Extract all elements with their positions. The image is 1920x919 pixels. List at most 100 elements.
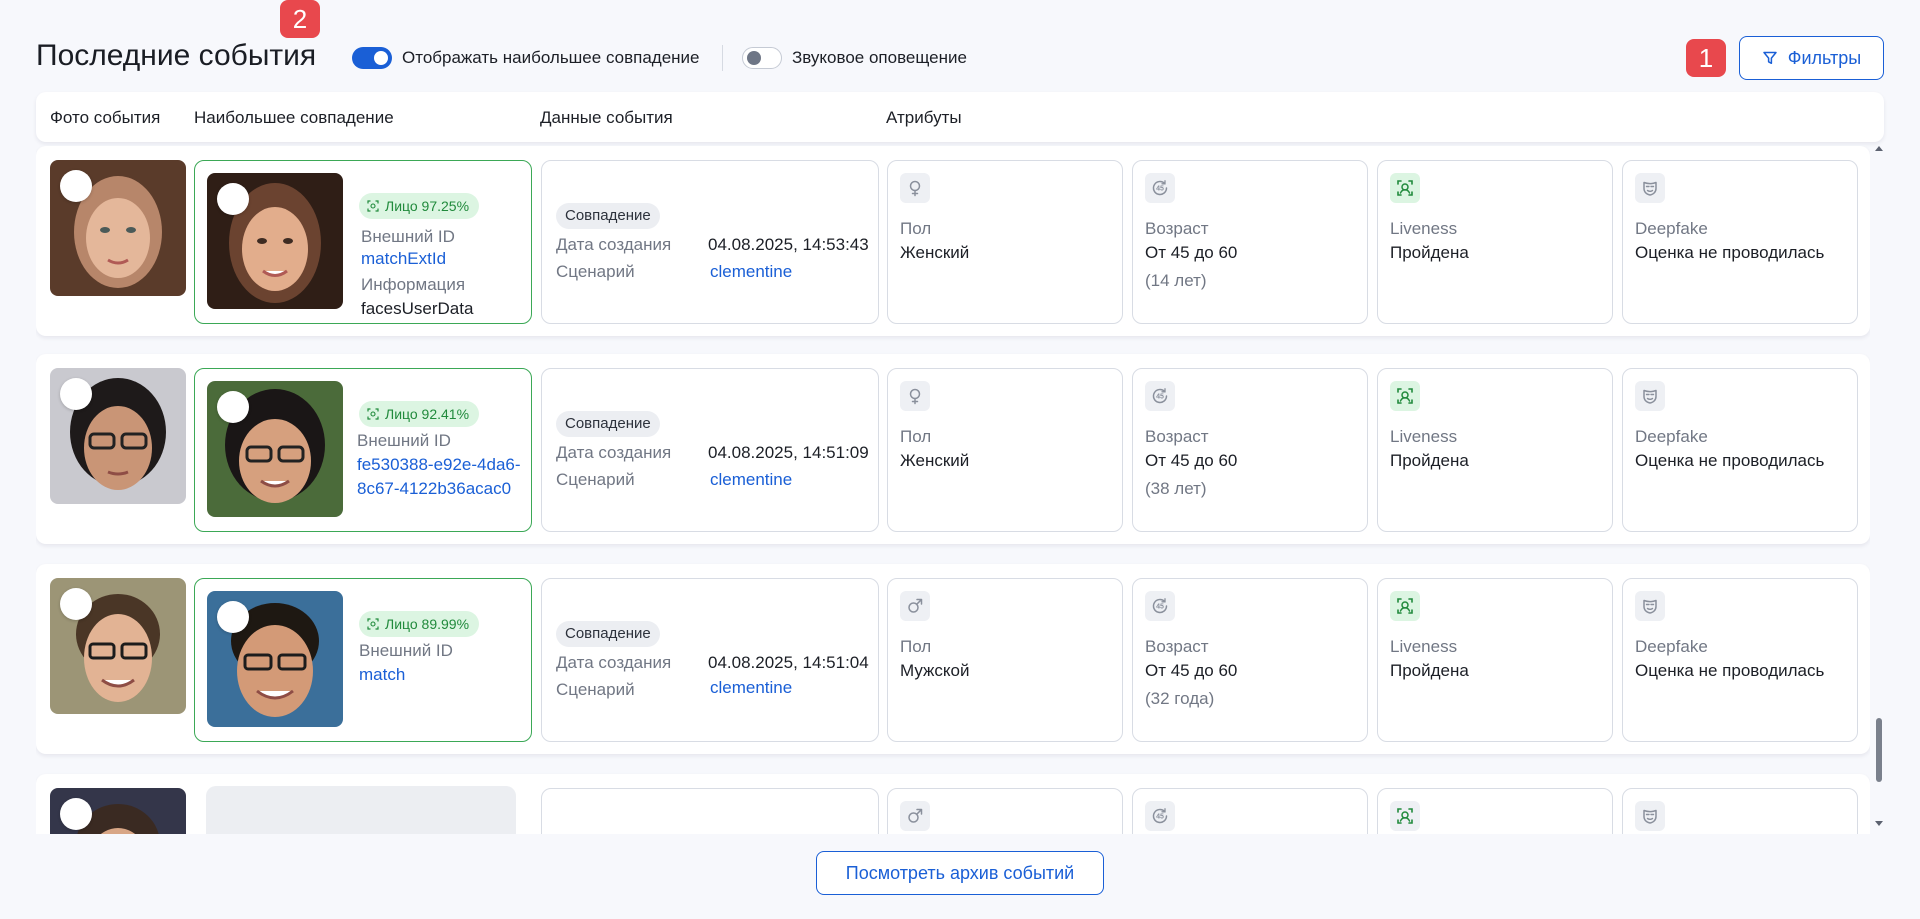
- female-icon: [900, 173, 930, 203]
- open-match-icon[interactable]: [217, 391, 249, 423]
- attribute-deepfake: Deepfake Оценка не проводилась: [1622, 578, 1858, 742]
- deepfake-icon: [1635, 801, 1665, 831]
- attribute-deepfake: [1622, 788, 1858, 834]
- scenario-label: Сценарий: [556, 262, 635, 281]
- liveness-value: Пройдена: [1390, 243, 1469, 262]
- age-estimate: (14 лет): [1145, 271, 1207, 290]
- open-event-icon[interactable]: [60, 798, 92, 830]
- deepfake-icon: [1635, 173, 1665, 203]
- annotation-marker-2: 2: [280, 0, 320, 38]
- event-data-card: Совпадение Дата создания 04.08.2025, 14:…: [541, 160, 879, 324]
- created-label: Дата создания: [556, 443, 672, 462]
- attribute-liveness: Liveness Пройдена: [1377, 578, 1613, 742]
- scroll-down-arrow[interactable]: [1875, 821, 1883, 826]
- age-icon: [1145, 173, 1175, 203]
- match-photo[interactable]: [207, 591, 343, 727]
- age-estimate: (38 лет): [1145, 479, 1207, 498]
- event-row[interactable]: Лицо 89.99% Внешний ID match Совпадение …: [36, 564, 1870, 754]
- table-header: Фото события Наибольшее совпадение Данны…: [36, 92, 1884, 142]
- deepfake-value: Оценка не проводилась: [1635, 661, 1825, 680]
- age-label: Возраст: [1145, 637, 1209, 656]
- event-photo[interactable]: [50, 788, 186, 834]
- age-icon: [1145, 801, 1175, 831]
- deepfake-value: Оценка не проводилась: [1635, 451, 1825, 470]
- external-id-label: Внешний ID: [359, 641, 453, 660]
- external-id-link[interactable]: matchExtId: [361, 247, 531, 271]
- external-id-link[interactable]: fe530388-e92e-4da6-8c67-4122b36acac0: [357, 453, 527, 501]
- liveness-icon: [1390, 801, 1420, 831]
- list-scrollbar[interactable]: [1874, 146, 1884, 834]
- open-match-icon[interactable]: [217, 601, 249, 633]
- attribute-deepfake: Deepfake Оценка не проводилась: [1622, 368, 1858, 532]
- event-type-badge: Совпадение: [556, 203, 660, 229]
- best-match-toggle-label: Отображать наибольшее совпадение: [402, 48, 700, 67]
- created-value: 04.08.2025, 14:53:43: [708, 235, 869, 254]
- event-row[interactable]: [36, 774, 1870, 834]
- filters-button[interactable]: Фильтры: [1739, 36, 1884, 80]
- event-photo[interactable]: [50, 578, 186, 714]
- age-icon: [1145, 381, 1175, 411]
- match-photo[interactable]: [207, 173, 343, 309]
- best-match-toggle[interactable]: [352, 47, 392, 69]
- liveness-value: Пройдена: [1390, 661, 1469, 680]
- age-value: От 45 до 60: [1145, 661, 1238, 680]
- scenario-link[interactable]: clementine: [710, 678, 792, 698]
- age-label: Возраст: [1145, 427, 1209, 446]
- created-value: 04.08.2025, 14:51:09: [708, 443, 869, 462]
- scroll-up-arrow[interactable]: [1875, 146, 1883, 151]
- gender-label: Пол: [900, 427, 932, 446]
- event-photo[interactable]: [50, 160, 186, 296]
- age-value: От 45 до 60: [1145, 451, 1238, 470]
- open-match-icon[interactable]: [217, 183, 249, 215]
- best-match-card[interactable]: Лицо 89.99% Внешний ID match: [194, 578, 532, 742]
- attribute-gender: Пол Мужской: [887, 578, 1123, 742]
- best-match-card[interactable]: Лицо 97.25% Внешний ID matchExtId Информ…: [194, 160, 532, 324]
- attribute-gender: Пол Женский: [887, 368, 1123, 532]
- face-similarity-badge: Лицо 89.99%: [359, 611, 480, 637]
- column-attributes: Атрибуты: [886, 108, 962, 127]
- open-event-icon[interactable]: [60, 170, 92, 202]
- attribute-age: [1132, 788, 1368, 834]
- info-label: Информация: [361, 275, 466, 294]
- scenario-link[interactable]: clementine: [710, 470, 792, 490]
- event-data-card: Совпадение Дата создания 04.08.2025, 14:…: [541, 578, 879, 742]
- open-event-icon[interactable]: [60, 588, 92, 620]
- female-icon: [900, 381, 930, 411]
- age-estimate: (32 года): [1145, 689, 1215, 708]
- face-similarity-badge: Лицо 92.41%: [359, 401, 480, 427]
- deepfake-icon: [1635, 381, 1665, 411]
- scenario-label: Сценарий: [556, 680, 635, 699]
- best-match-card[interactable]: Лицо 92.41% Внешний ID fe530388-e92e-4da…: [194, 368, 532, 532]
- scrollbar-thumb[interactable]: [1876, 718, 1882, 782]
- created-label: Дата создания: [556, 653, 672, 672]
- male-icon: [900, 801, 930, 831]
- event-photo[interactable]: [50, 368, 186, 504]
- created-label: Дата создания: [556, 235, 672, 254]
- event-row[interactable]: Лицо 92.41% Внешний ID fe530388-e92e-4da…: [36, 354, 1870, 544]
- external-id-link[interactable]: match: [359, 663, 529, 687]
- loading-placeholder: [206, 786, 516, 834]
- scenario-link[interactable]: clementine: [710, 262, 792, 282]
- deepfake-label: Deepfake: [1635, 427, 1708, 446]
- face-similarity-badge: Лицо 97.25%: [359, 193, 480, 219]
- sound-alert-toggle[interactable]: [742, 47, 782, 69]
- column-best-match: Наибольшее совпадение: [194, 108, 394, 127]
- liveness-icon: [1390, 173, 1420, 203]
- attribute-age: Возраст От 45 до 60 (32 года): [1132, 578, 1368, 742]
- attribute-gender: [887, 788, 1123, 834]
- male-icon: [900, 591, 930, 621]
- page-title: Последние события: [36, 39, 317, 72]
- attribute-liveness: Liveness Пройдена: [1377, 368, 1613, 532]
- event-row[interactable]: Лицо 97.25% Внешний ID matchExtId Информ…: [36, 146, 1870, 336]
- page-header: Последние события 2 Отображать наибольше…: [36, 0, 1884, 80]
- attribute-age: Возраст От 45 до 60 (14 лет): [1132, 160, 1368, 324]
- view-archive-button[interactable]: Посмотреть архив событий: [816, 851, 1104, 895]
- external-id-label: Внешний ID: [361, 227, 455, 246]
- open-event-icon[interactable]: [60, 378, 92, 410]
- match-photo[interactable]: [207, 381, 343, 517]
- gender-value: Женский: [900, 451, 970, 470]
- attribute-liveness: Liveness Пройдена: [1377, 160, 1613, 324]
- header-divider: [722, 45, 723, 71]
- face-scan-icon: [367, 408, 379, 420]
- column-event-data: Данные события: [540, 108, 673, 127]
